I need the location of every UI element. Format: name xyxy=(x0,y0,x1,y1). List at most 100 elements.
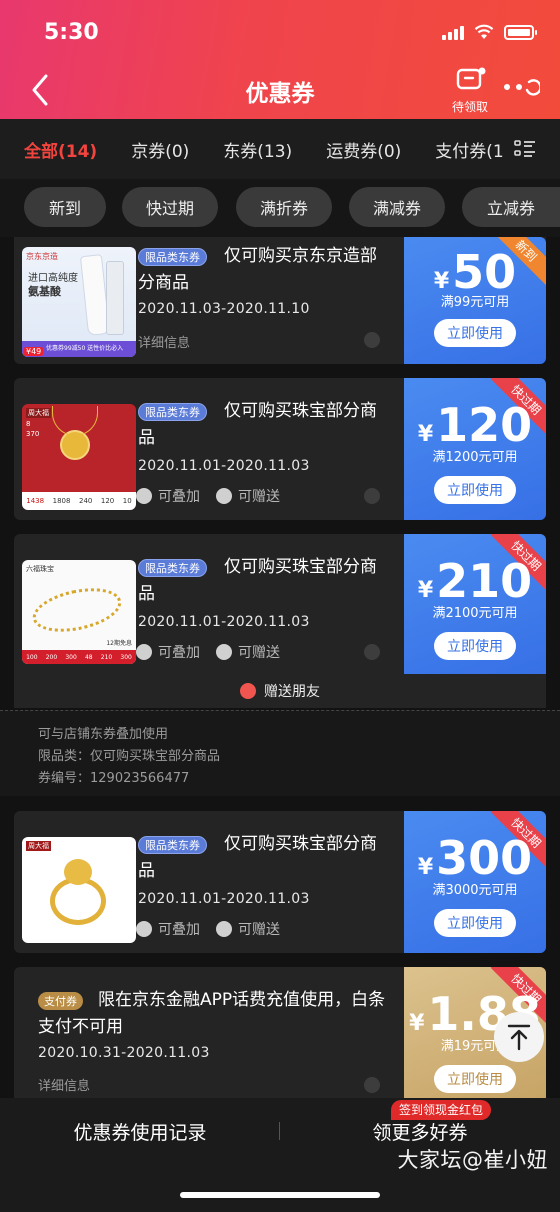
home-indicator xyxy=(180,1192,380,1198)
coupon-title: 仅可购买珠宝部分商品 xyxy=(138,557,377,604)
coupon-title: 仅可购买珠宝部分商品 xyxy=(138,401,377,448)
thumb-price-row: 1438 1808 240 120 10 xyxy=(22,492,136,510)
thumb-brand: 周大福 xyxy=(26,841,51,851)
thumb-brand: 周大福 xyxy=(26,408,51,418)
detail-coupon-number: 券编号：129023566477 xyxy=(38,771,190,786)
coupon-title: 仅可购买京东京造部分商品 xyxy=(138,246,377,293)
gift-label: 赠送朋友 xyxy=(264,684,320,700)
thumb-price: ¥49 xyxy=(24,347,44,356)
list-icon[interactable] xyxy=(514,139,536,159)
coupon-validity: 2020.11.03-2020.11.10 xyxy=(138,301,310,317)
stackable-label: 可叠加 xyxy=(136,642,200,662)
usage-history-button[interactable]: 优惠券使用记录 xyxy=(0,1118,280,1145)
use-now-button[interactable]: 立即使用 xyxy=(434,476,516,504)
coupon-page: 5:30 优惠券 待领取 全部(14) 京券(0) 东券(13) 运费券(0) … xyxy=(0,0,560,1212)
status-icons xyxy=(442,24,537,40)
use-now-button[interactable]: 立即使用 xyxy=(434,319,516,347)
coupon-detail-link[interactable]: 详细信息 xyxy=(138,332,190,351)
coupon-validity: 2020.10.31-2020.11.03 xyxy=(38,1045,210,1061)
coupon-validity: 2020.11.01-2020.11.03 xyxy=(138,458,310,474)
pending-label: 待领取 xyxy=(451,100,488,114)
use-now-button[interactable]: 立即使用 xyxy=(434,1065,516,1093)
coupon-detail-panel: 可与店铺东券叠加使用 限品类：仅可购买珠宝部分商品 券编号：1290235664… xyxy=(0,710,560,796)
stack-icon xyxy=(136,644,152,660)
share-icon xyxy=(216,644,232,660)
thumb-stat-2: 370 xyxy=(26,430,40,438)
coupon-title: 仅可购买珠宝部分商品 xyxy=(138,834,377,881)
thumb-brand: 京东京造 xyxy=(26,252,58,261)
coupon-value-panel: 快过期 ¥120 满1200元可用 立即使用 xyxy=(404,378,546,520)
stack-icon xyxy=(136,921,152,937)
coupon-validity: 2020.11.01-2020.11.03 xyxy=(138,614,310,630)
coupon-card[interactable]: 京东京造 进口高纯度 氨基酸 优惠券99减50 送性价比必入 ¥49 限品类东券… xyxy=(14,237,546,364)
stack-icon xyxy=(136,488,152,504)
product-thumbnail: 六福珠宝 12期免息 100 200 300 48 210 300 xyxy=(22,560,136,664)
promo-badge: 签到领现金红包 xyxy=(391,1100,492,1120)
back-to-top-button[interactable] xyxy=(494,1012,544,1062)
thumb-stat-1: 8 xyxy=(26,420,31,428)
filter-new[interactable]: 新到 xyxy=(24,187,106,227)
share-arrow-icon xyxy=(240,683,256,699)
coupon-condition: 满99元可用 xyxy=(440,295,510,310)
chevron-down-icon[interactable] xyxy=(364,332,380,348)
coupon-icon xyxy=(456,67,486,90)
gift-to-friend-button[interactable]: 赠送朋友 xyxy=(14,674,546,708)
status-time: 5:30 xyxy=(44,20,99,45)
coupon-card[interactable]: 支付券 限在京东金融APP话费充值使用，白条支付不可用 2020.10.31-2… xyxy=(14,967,546,1098)
chevron-down-icon[interactable] xyxy=(364,488,380,504)
coupon-card[interactable]: 周大福 8 370 1438 1808 240 120 10 限品类东券 仅可购买珠宝部… xyxy=(14,378,546,520)
coupon-condition: 满2100元可用 xyxy=(432,606,518,621)
category-tabs: 全部(14) 京券(0) 东券(13) 运费券(0) 支付券(1 xyxy=(0,119,560,179)
chevron-up-icon[interactable] xyxy=(364,644,380,660)
coupon-detail-link[interactable]: 详细信息 xyxy=(38,1075,90,1094)
coupon-value-panel: 快过期 ¥210 满2100元可用 立即使用 xyxy=(404,534,546,674)
product-thumbnail: 周大福 8 370 1438 1808 240 120 10 xyxy=(22,404,136,510)
filter-bar: 新到 快过期 满折券 满减券 立减券 xyxy=(0,179,560,237)
coupon-title: 限在京东金融APP话费充值使用，白条支付不可用 xyxy=(38,990,386,1037)
signal-icon xyxy=(442,24,464,40)
coupon-value-panel: 新到 ¥50 满99元可用 立即使用 xyxy=(404,237,546,364)
thumb-product-2 xyxy=(106,261,124,335)
thumb-bracelet xyxy=(28,581,126,639)
coupon-condition: 满3000元可用 xyxy=(432,883,518,898)
battery-icon xyxy=(504,24,537,40)
wifi-icon xyxy=(474,24,494,39)
arrow-up-icon xyxy=(507,1024,531,1051)
stackable-label: 可叠加 xyxy=(136,919,200,939)
thumb-chain xyxy=(52,406,98,436)
coupon-amount: ¥300 xyxy=(417,831,533,885)
giftable-label: 可赠送 xyxy=(216,486,280,506)
share-icon xyxy=(216,488,232,504)
coupon-amount: ¥120 xyxy=(417,398,533,452)
filter-expiring[interactable]: 快过期 xyxy=(122,187,218,227)
thumb-line-2: 氨基酸 xyxy=(28,285,61,298)
use-now-button[interactable]: 立即使用 xyxy=(434,632,516,660)
coupon-value-panel: 快过期 ¥300 满3000元可用 立即使用 xyxy=(404,811,546,953)
tab-all[interactable]: 全部(14) xyxy=(0,137,97,162)
tab-payment-coupon[interactable]: 支付券(1 xyxy=(401,137,503,162)
coupon-amount: ¥210 xyxy=(417,554,533,608)
thumb-tag: 12期免息 xyxy=(106,640,132,647)
thumb-flower xyxy=(64,859,92,885)
tab-shipping-coupon[interactable]: 运费券(0) xyxy=(292,137,401,162)
more-icon[interactable] xyxy=(500,76,540,96)
thumb-price-row: 100 200 300 48 210 300 xyxy=(22,650,136,664)
use-now-button[interactable]: 立即使用 xyxy=(434,909,516,937)
tab-jing-coupon[interactable]: 京券(0) xyxy=(97,137,189,162)
coupon-card[interactable]: 周大福 限品类东券 仅可购买珠宝部分商品 2020.11.01-2020.11.… xyxy=(14,811,546,953)
detail-category-info: 限品类：仅可购买珠宝部分商品 xyxy=(38,749,221,764)
giftable-label: 可赠送 xyxy=(216,919,280,939)
product-thumbnail: 京东京造 进口高纯度 氨基酸 优惠券99减50 送性价比必入 ¥49 xyxy=(22,247,136,357)
tab-dong-coupon[interactable]: 东券(13) xyxy=(189,137,292,162)
filter-full-reduction[interactable]: 满减券 xyxy=(349,187,445,227)
detail-stack-info: 可与店铺东券叠加使用 xyxy=(38,727,169,742)
stackable-label: 可叠加 xyxy=(136,486,200,506)
pending-coupons-button[interactable]: 待领取 xyxy=(444,66,496,115)
filter-discount[interactable]: 满折券 xyxy=(236,187,332,227)
chevron-down-icon[interactable] xyxy=(364,1077,380,1093)
get-more-coupons-button[interactable]: 领更多好券 xyxy=(280,1118,560,1145)
filter-instant-reduction[interactable]: 立减券 xyxy=(462,187,560,227)
header: 5:30 优惠券 待领取 xyxy=(0,0,560,119)
coupon-card[interactable]: 六福珠宝 12期免息 100 200 300 48 210 300 限品类东券 仅可购买珠… xyxy=(14,534,546,674)
thumb-brand: 六福珠宝 xyxy=(26,565,54,573)
